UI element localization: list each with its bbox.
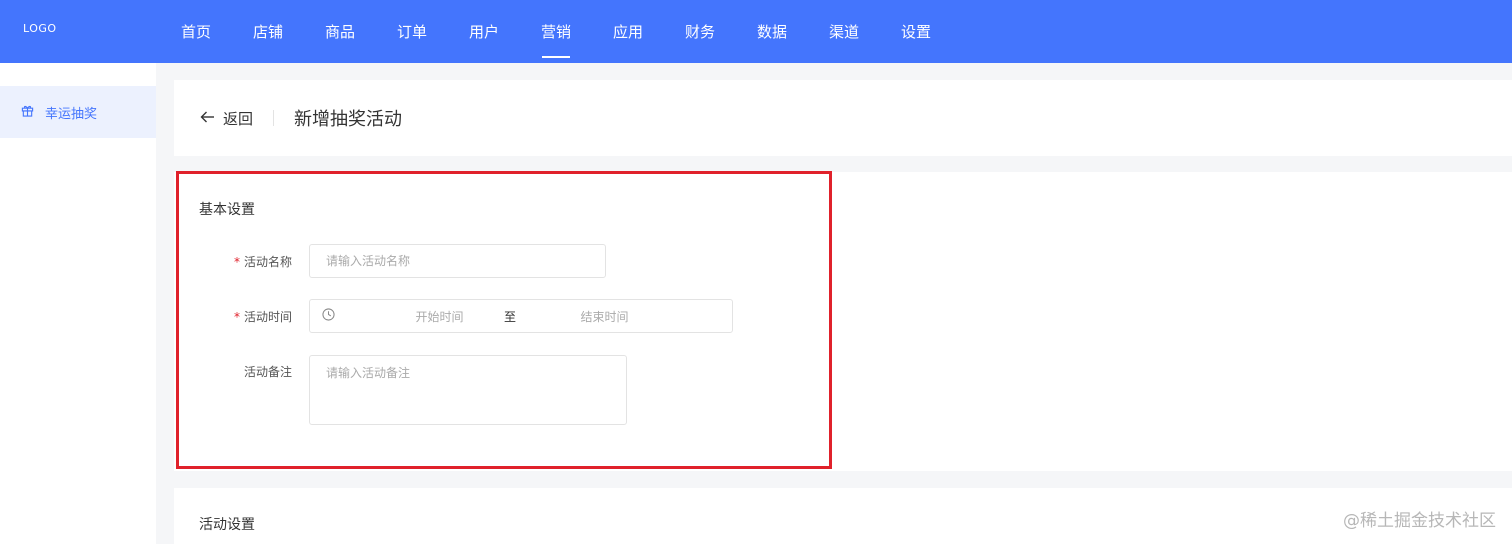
form-row-activity-time: * 活动时间 开始时间 至 结束时间	[174, 299, 733, 333]
nav-item-finance[interactable]: 财务	[664, 0, 736, 63]
sidebar: 幸运抽奖	[0, 63, 156, 544]
page-title: 新增抽奖活动	[294, 109, 403, 130]
nav-item-marketing[interactable]: 营销	[520, 0, 592, 63]
section-title-activity: 活动设置	[199, 517, 255, 533]
nav-item-data[interactable]: 数据	[736, 0, 808, 63]
page-header: 返回 新增抽奖活动	[174, 80, 1512, 156]
required-mark: *	[233, 254, 240, 269]
sidebar-item-lucky-draw[interactable]: 幸运抽奖	[0, 86, 156, 138]
basic-settings-card: 基本设置 *活动名称 *活动时间 开始时间 至 结束时间 活动备注	[174, 172, 1512, 471]
activity-time-range-picker[interactable]: 开始时间 至 结束时间	[309, 299, 733, 333]
form-row-activity-name: * 活动名称	[174, 244, 606, 278]
section-title-basic: 基本设置	[199, 202, 255, 218]
nav-item-products[interactable]: 商品	[304, 0, 376, 63]
range-separator: 至	[503, 309, 516, 324]
header-divider	[273, 110, 275, 126]
activity-time-label: * 活动时间	[233, 309, 292, 324]
activity-name-label: * 活动名称	[233, 254, 292, 269]
nav-item-apps[interactable]: 应用	[592, 0, 664, 63]
activity-name-input[interactable]	[309, 244, 606, 278]
sidebar-item-label: 幸运抽奖	[45, 106, 98, 122]
form-row-activity-remark: 活动备注	[174, 355, 627, 425]
end-time-input[interactable]: 结束时间	[536, 308, 673, 325]
activity-remark-label: 活动备注	[243, 365, 292, 379]
nav-item-channels[interactable]: 渠道	[808, 0, 880, 63]
gift-icon	[21, 104, 45, 121]
nav-item-settings[interactable]: 设置	[880, 0, 952, 63]
top-nav-bar: LOGO 首页 店铺 商品 订单 用户 营销 应用 财务 数据 渠道 设置	[0, 0, 1512, 63]
logo: LOGO	[23, 22, 57, 35]
activity-remark-textarea[interactable]	[309, 355, 627, 425]
nav-item-users[interactable]: 用户	[448, 0, 520, 63]
required-mark: *	[233, 309, 240, 324]
activity-settings-card: 活动设置	[174, 488, 1512, 544]
clock-icon	[322, 308, 335, 324]
arrow-left-icon	[200, 109, 223, 127]
nav-item-orders[interactable]: 订单	[376, 0, 448, 63]
nav-item-home[interactable]: 首页	[160, 0, 232, 63]
watermark: @稀土掘金技术社区	[1343, 511, 1496, 531]
main-nav: 首页 店铺 商品 订单 用户 营销 应用 财务 数据 渠道 设置	[160, 0, 952, 63]
nav-item-store[interactable]: 店铺	[232, 0, 304, 63]
back-button[interactable]: 返回	[200, 108, 253, 129]
start-time-input[interactable]: 开始时间	[371, 308, 508, 325]
back-label: 返回	[223, 109, 254, 128]
